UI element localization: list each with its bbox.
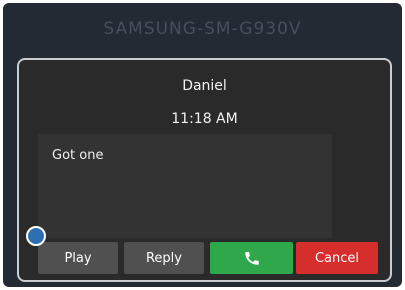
message-box: Got one [38,134,332,238]
reply-button[interactable]: Reply [124,242,204,274]
device-frame: SAMSUNG-SM-G930V Daniel 11:18 AM Got one… [3,3,402,287]
message-text: Got one [52,148,104,163]
call-button[interactable] [210,242,293,274]
message-time: 11:18 AM [171,111,238,127]
device-title: SAMSUNG-SM-G930V [103,19,302,39]
play-button[interactable]: Play [38,242,118,274]
phone-icon [243,249,261,267]
cancel-button[interactable]: Cancel [296,242,378,274]
caller-name: Daniel [182,78,227,94]
touch-marker [26,226,46,246]
message-dialog: Daniel 11:18 AM Got one Play Reply Cance… [17,58,392,282]
dialog-actions: Play Reply Cancel [38,242,378,274]
